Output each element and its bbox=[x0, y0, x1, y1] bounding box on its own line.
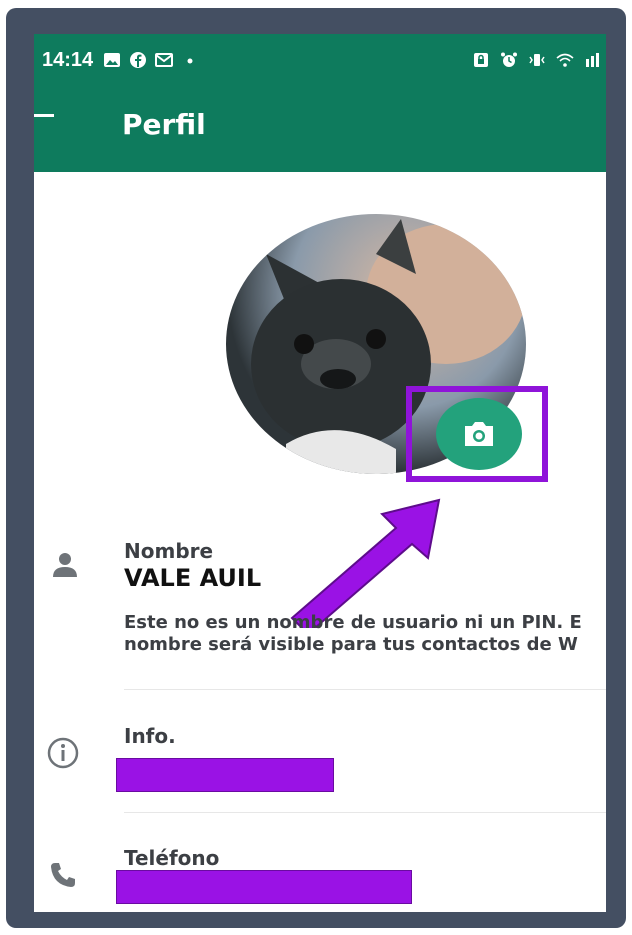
name-description-line2: nombre será visible para tus contactos d… bbox=[124, 634, 578, 655]
info-label: Info. bbox=[124, 724, 176, 748]
status-left-icons bbox=[103, 51, 199, 69]
dot-icon bbox=[187, 58, 193, 64]
image-icon bbox=[104, 53, 121, 67]
name-description: Este no es un nombre de usuario ni un PI… bbox=[124, 612, 606, 656]
alarm-icon bbox=[501, 52, 517, 67]
name-value[interactable]: VALE AUIL bbox=[124, 564, 261, 592]
phone-value-redacted[interactable] bbox=[116, 870, 412, 904]
phone-icon bbox=[51, 863, 75, 887]
name-label: Nombre bbox=[124, 539, 214, 563]
info-icon bbox=[47, 737, 79, 769]
change-photo-button[interactable] bbox=[436, 398, 522, 470]
lock-icon bbox=[474, 53, 488, 67]
status-time: 14:14 bbox=[42, 48, 94, 71]
lte-icon bbox=[586, 53, 599, 67]
facebook-icon bbox=[130, 52, 147, 68]
phone-screen: 14:14 Perfil Nombre VALE AUIL Este no es… bbox=[34, 34, 606, 912]
status-bar: 14:14 bbox=[34, 34, 606, 86]
wifi-icon bbox=[556, 53, 574, 67]
gmail-icon bbox=[155, 53, 174, 67]
app-bar: 14:14 Perfil bbox=[34, 34, 606, 172]
divider bbox=[124, 812, 606, 813]
info-value-redacted[interactable] bbox=[116, 758, 334, 792]
vibrate-icon bbox=[529, 54, 545, 66]
name-description-line1: Este no es un nombre de usuario ni un PI… bbox=[124, 612, 582, 633]
camera-icon bbox=[465, 422, 493, 446]
status-right-icons bbox=[472, 51, 602, 69]
pointer-arrow-icon bbox=[290, 498, 441, 628]
divider bbox=[124, 689, 606, 690]
page-title: Perfil bbox=[122, 108, 206, 141]
phone-label: Teléfono bbox=[124, 846, 220, 870]
person-icon bbox=[53, 553, 77, 577]
back-arrow-icon[interactable] bbox=[34, 114, 54, 117]
